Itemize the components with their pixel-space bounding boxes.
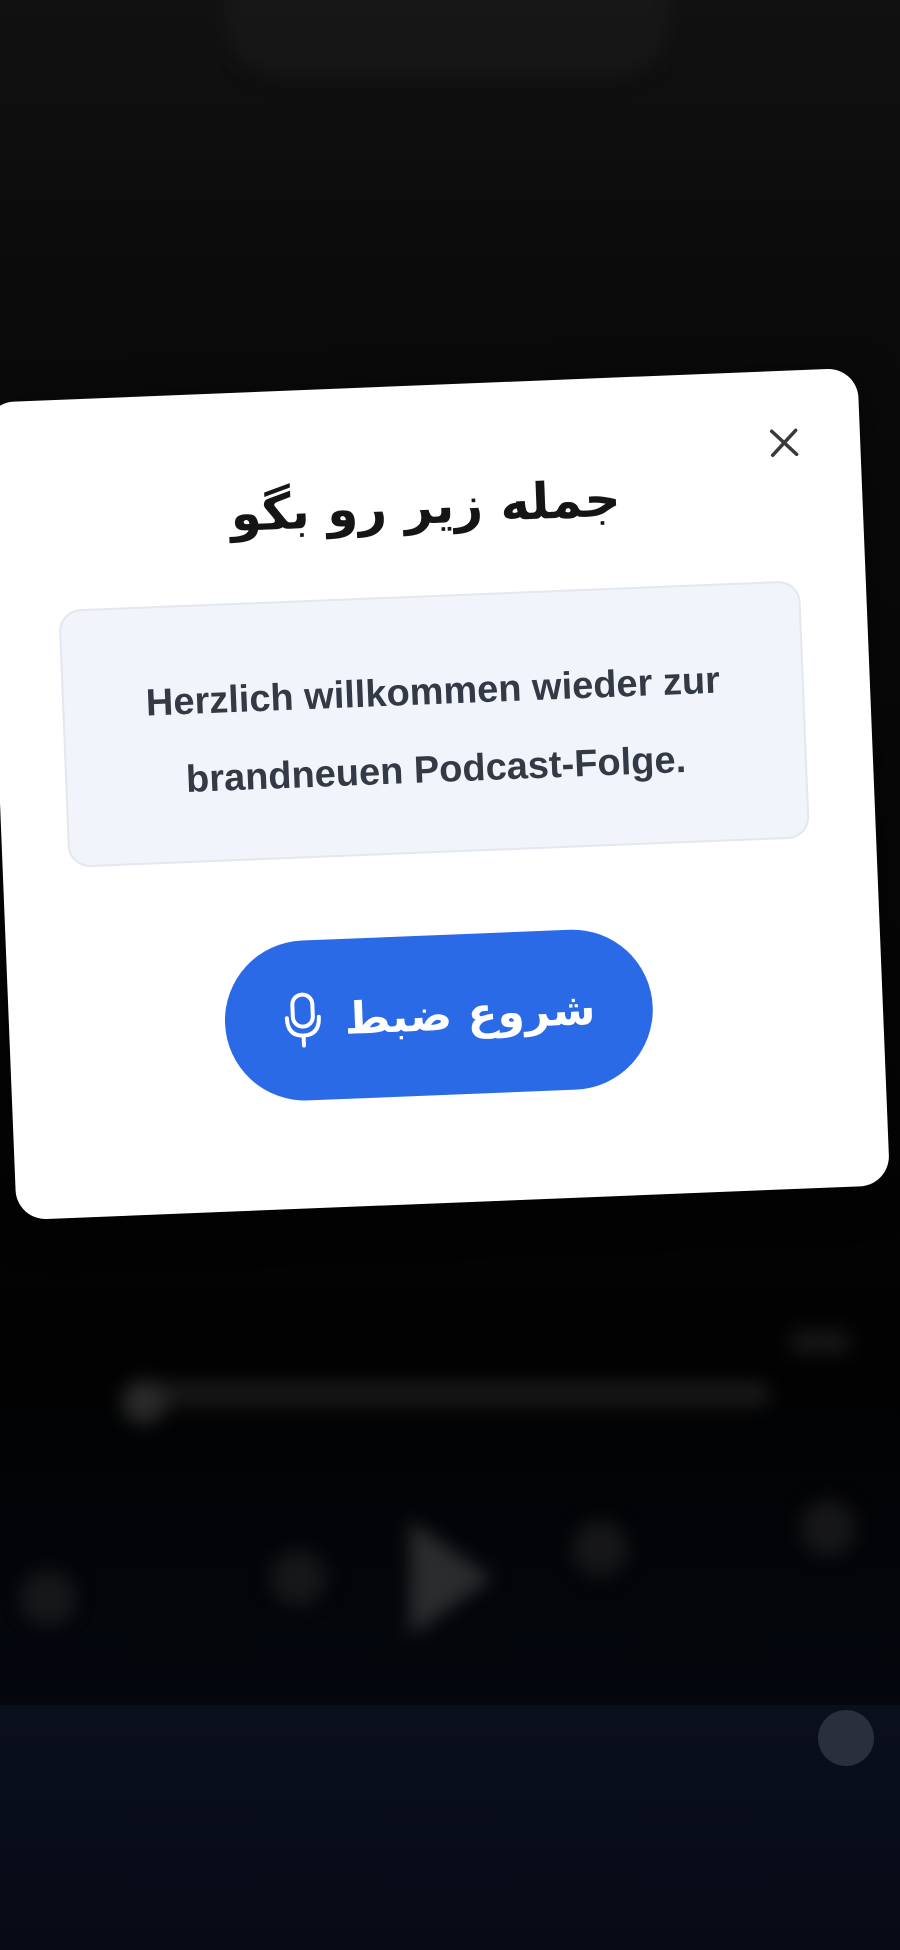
bg-progress-knob: [122, 1380, 166, 1424]
microphone-icon: [281, 991, 323, 1051]
dialog-title: جمله زیر رو بگو: [229, 469, 622, 544]
close-button[interactable]: [763, 422, 805, 464]
bg-bottom-bar: [0, 1705, 900, 1950]
bg-forward-icon: [572, 1520, 628, 1576]
dynamic-island: [225, 0, 670, 78]
bg-control-far-right: [800, 1500, 856, 1556]
speak-phrase-dialog: جمله زیر رو بگو Herzlich willkommen wied…: [0, 367, 891, 1221]
phrase-box: Herzlich willkommen wieder zur brandneue…: [58, 580, 811, 868]
bg-duration: [790, 1330, 850, 1354]
record-button-content: شروع ضبط: [222, 927, 656, 1104]
record-button-label: شروع ضبط: [343, 983, 597, 1045]
bg-progress-track: [130, 1382, 770, 1406]
bg-rewind-icon: [270, 1550, 326, 1606]
bg-play-icon: [410, 1520, 492, 1636]
close-icon: [763, 422, 805, 464]
bg-bottom-thumb: [818, 1710, 874, 1766]
start-recording-button[interactable]: شروع ضبط: [221, 926, 656, 1104]
phrase-text: Herzlich willkommen wieder zur brandneue…: [145, 659, 721, 802]
bg-control-far-left: [20, 1570, 76, 1626]
